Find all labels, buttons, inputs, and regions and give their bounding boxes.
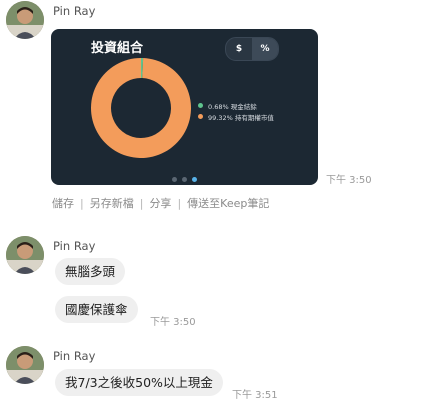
dollar-toggle-button[interactable]: $ [226, 38, 252, 60]
donut-chart [90, 58, 191, 158]
message-timestamp: 下午 3:51 [232, 390, 278, 401]
avatar[interactable] [6, 236, 44, 274]
legend-item-cash: 0.68% 現金結餘 [198, 100, 274, 111]
avatar[interactable] [6, 1, 44, 39]
pager-dot[interactable] [182, 177, 187, 182]
separator: | [177, 196, 182, 210]
image-actions: 儲存 | 另存新檔 | 分享 | 傳送至Keep筆記 [52, 195, 269, 211]
legend-swatch [198, 103, 203, 108]
message-timestamp: 下午 3:50 [326, 175, 372, 186]
legend-item-options: 99.32% 持有期權市值 [198, 111, 274, 122]
share-button[interactable]: 分享 [149, 195, 171, 211]
separator: | [80, 196, 84, 210]
portfolio-card[interactable]: 投資組合 $ % 0.68% 現金結餘 99.32% 持有期權市值 [51, 29, 318, 185]
pager-dot[interactable] [172, 177, 177, 182]
legend-swatch [198, 114, 203, 119]
sender-name: Pin Ray [53, 4, 96, 18]
legend-label: 0.68% 現金結餘 [208, 102, 257, 111]
message-bubble[interactable]: 我7/3之後收50%以上現金 [55, 369, 223, 396]
message-bubble[interactable]: 國慶保護傘 [55, 296, 138, 323]
save-button[interactable]: 儲存 [52, 195, 74, 211]
percent-toggle-button[interactable]: % [252, 38, 278, 60]
send-to-keep-button[interactable]: 傳送至Keep筆記 [187, 195, 269, 211]
save-as-button[interactable]: 另存新檔 [90, 195, 134, 211]
legend-label: 99.32% 持有期權市值 [208, 113, 274, 122]
unit-toggle[interactable]: $ % [225, 37, 279, 61]
sender-name: Pin Ray [53, 239, 96, 253]
pager-dot-active[interactable] [192, 177, 197, 182]
donut-slice-options [90, 58, 191, 158]
separator: | [139, 196, 144, 210]
chart-legend: 0.68% 現金結餘 99.32% 持有期權市值 [198, 100, 274, 122]
avatar[interactable] [6, 346, 44, 384]
message-timestamp: 下午 3:50 [150, 317, 196, 328]
sender-name: Pin Ray [53, 349, 96, 363]
message-bubble[interactable]: 無腦多頭 [55, 258, 126, 285]
carousel-pager [51, 177, 318, 182]
